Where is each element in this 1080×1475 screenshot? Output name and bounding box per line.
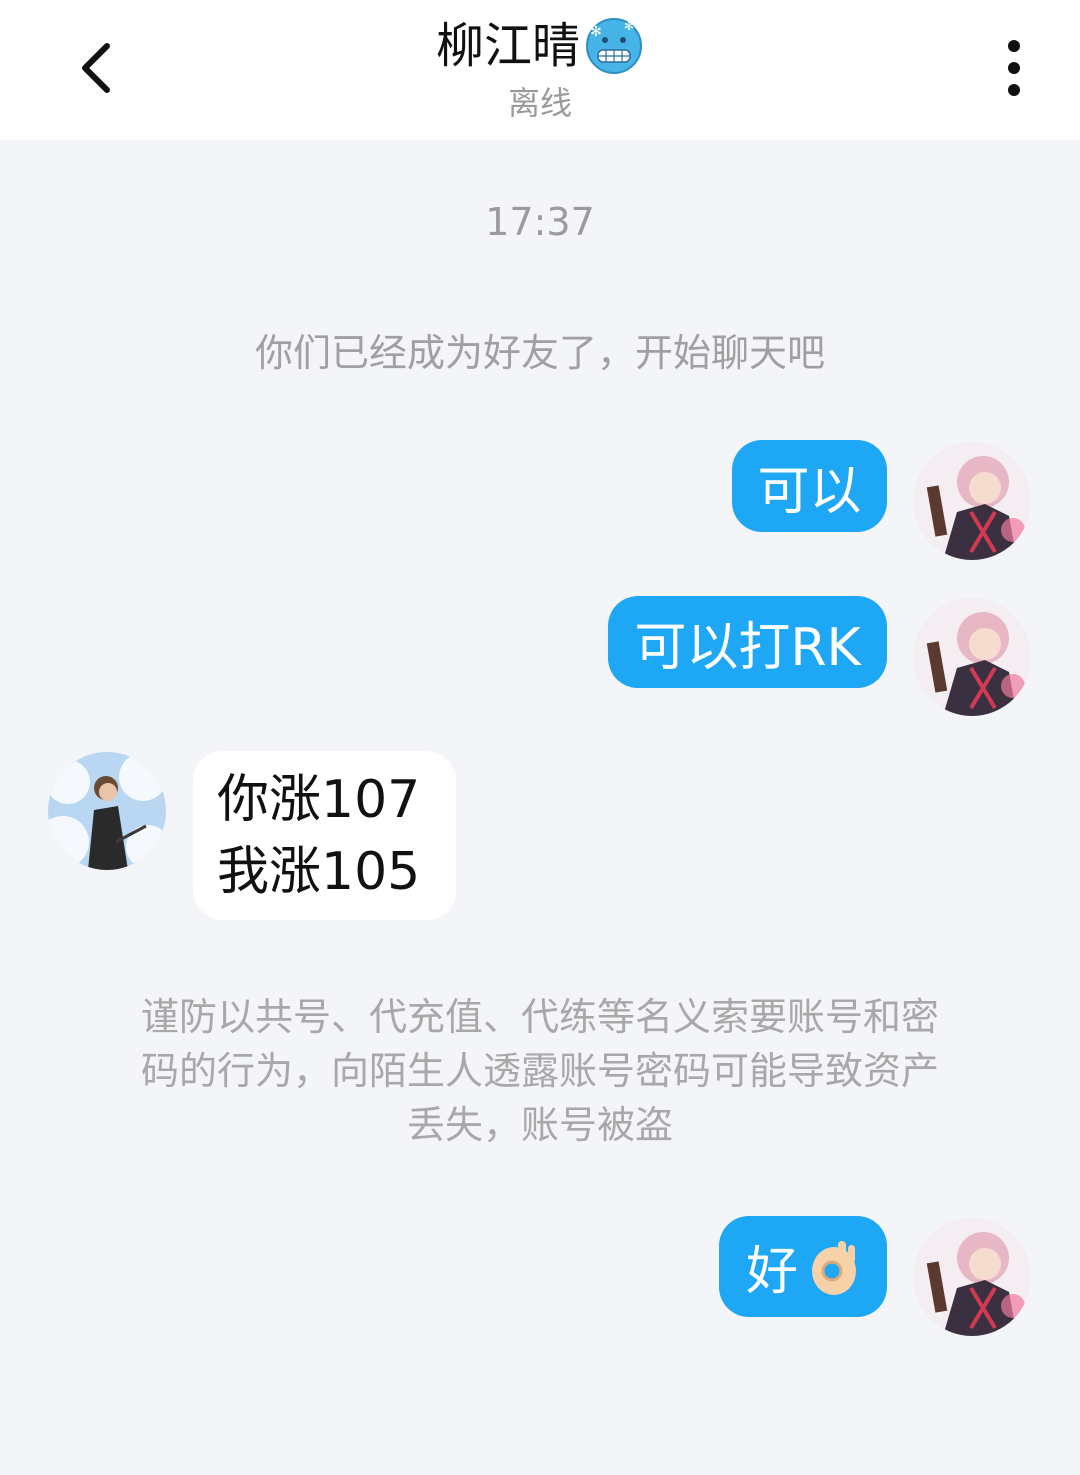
- more-vertical-icon: [1008, 40, 1020, 96]
- friend-added-notice: 你们已经成为好友了，开始聊天吧: [254, 331, 825, 375]
- anime-avatar-image: [913, 598, 1031, 716]
- my-avatar[interactable]: [913, 442, 1031, 560]
- message-text-lines: 你涨107 我涨105: [217, 764, 420, 908]
- svg-text:✻: ✻: [590, 24, 602, 40]
- outgoing-message-bubble[interactable]: 可以: [732, 440, 887, 532]
- security-warning: 谨防以共号、代充值、代练等名义索要账号和密 码的行为，向陌生人透露账号密码可能导…: [110, 990, 970, 1152]
- outgoing-message-bubble[interactable]: 可以打RK: [608, 596, 887, 688]
- online-status: 离线: [507, 84, 572, 122]
- message-text: 可以: [757, 461, 862, 522]
- my-avatar[interactable]: [913, 598, 1031, 716]
- anime-avatar-image: [913, 1218, 1031, 1336]
- contact-name: 柳江晴: [435, 18, 580, 74]
- ok-hand-emoji-icon: [812, 1240, 856, 1295]
- message-timestamp: 17:37: [485, 200, 595, 244]
- message-text: 好: [745, 1242, 798, 1302]
- message-text: 可以打RK: [634, 617, 861, 678]
- warning-line: 码的行为，向陌生人透露账号密码可能导致资产: [140, 1049, 939, 1093]
- outgoing-message-bubble[interactable]: 好: [719, 1216, 887, 1317]
- svg-text:✻: ✻: [624, 19, 634, 33]
- more-options-button[interactable]: [986, 30, 1042, 106]
- contact-avatar[interactable]: [48, 752, 166, 870]
- message-line: 我涨105: [217, 841, 421, 902]
- anime-avatar-image: [913, 442, 1031, 560]
- cold-face-emoji-icon: ✻ ✻: [586, 18, 642, 74]
- message-line: 你涨107: [217, 769, 421, 830]
- my-avatar[interactable]: [913, 1218, 1031, 1336]
- warning-line: 谨防以共号、代充值、代练等名义索要账号和密: [140, 995, 939, 1039]
- chat-header: 柳江晴 ✻ ✻ 离线: [0, 0, 1080, 140]
- contact-avatar-image: [48, 752, 166, 870]
- incoming-message-bubble[interactable]: 你涨107 我涨105: [193, 751, 456, 920]
- title-area: 柳江晴 ✻ ✻ 离线: [0, 14, 1080, 126]
- warning-line: 丢失，账号被盗: [406, 1103, 673, 1147]
